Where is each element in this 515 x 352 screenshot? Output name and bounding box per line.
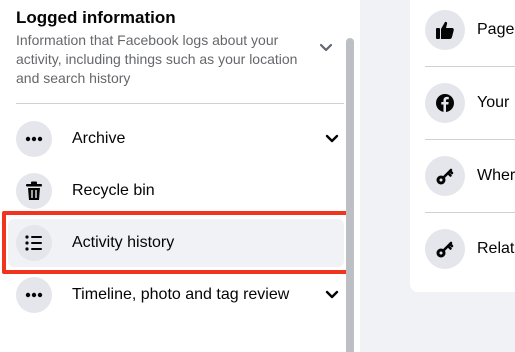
right-item-label: Relat: [477, 240, 515, 257]
divider: [425, 66, 515, 67]
right-item-page[interactable]: Page: [425, 10, 515, 50]
key-icon: [425, 229, 465, 269]
key-icon: [425, 156, 465, 196]
menu-item-recycle-bin[interactable]: Recycle bin: [8, 167, 344, 215]
menu-item-label: Archive: [72, 130, 126, 147]
divider: [425, 212, 515, 213]
facebook-logo-icon: [425, 83, 465, 123]
chevron-down-icon[interactable]: [316, 38, 336, 58]
right-item-label: Your: [477, 94, 510, 111]
menu-item-label: Recycle bin: [72, 182, 155, 199]
chevron-down-icon[interactable]: [322, 285, 342, 305]
menu-item-activity-history[interactable]: Activity history: [8, 219, 344, 267]
menu-item-label: Activity history: [72, 234, 175, 251]
right-item-label: Wher: [477, 167, 515, 184]
divider: [425, 139, 515, 140]
trash-icon: [16, 173, 52, 209]
right-item-your[interactable]: Your: [425, 83, 515, 123]
section-title: Logged information: [16, 8, 176, 27]
more-dots-icon: [16, 277, 52, 313]
divider: [16, 103, 344, 104]
menu-item-timeline-review[interactable]: Timeline, photo and tag review: [8, 271, 344, 319]
menu-item-archive[interactable]: Archive: [8, 115, 344, 163]
thumbs-up-icon: [425, 10, 465, 50]
section-description: Information that Facebook logs about you…: [16, 32, 298, 86]
list-icon: [16, 225, 52, 261]
right-item-relat[interactable]: Relat: [425, 229, 515, 269]
more-dots-icon: [16, 121, 52, 157]
menu-item-label: Timeline, photo and tag review: [72, 286, 290, 303]
right-item-label: Page: [477, 21, 515, 38]
right-item-where[interactable]: Wher: [425, 156, 515, 196]
chevron-down-icon[interactable]: [322, 129, 342, 149]
settings-panel: Logged information Information that Face…: [0, 0, 360, 352]
scrollbar[interactable]: [346, 38, 354, 352]
